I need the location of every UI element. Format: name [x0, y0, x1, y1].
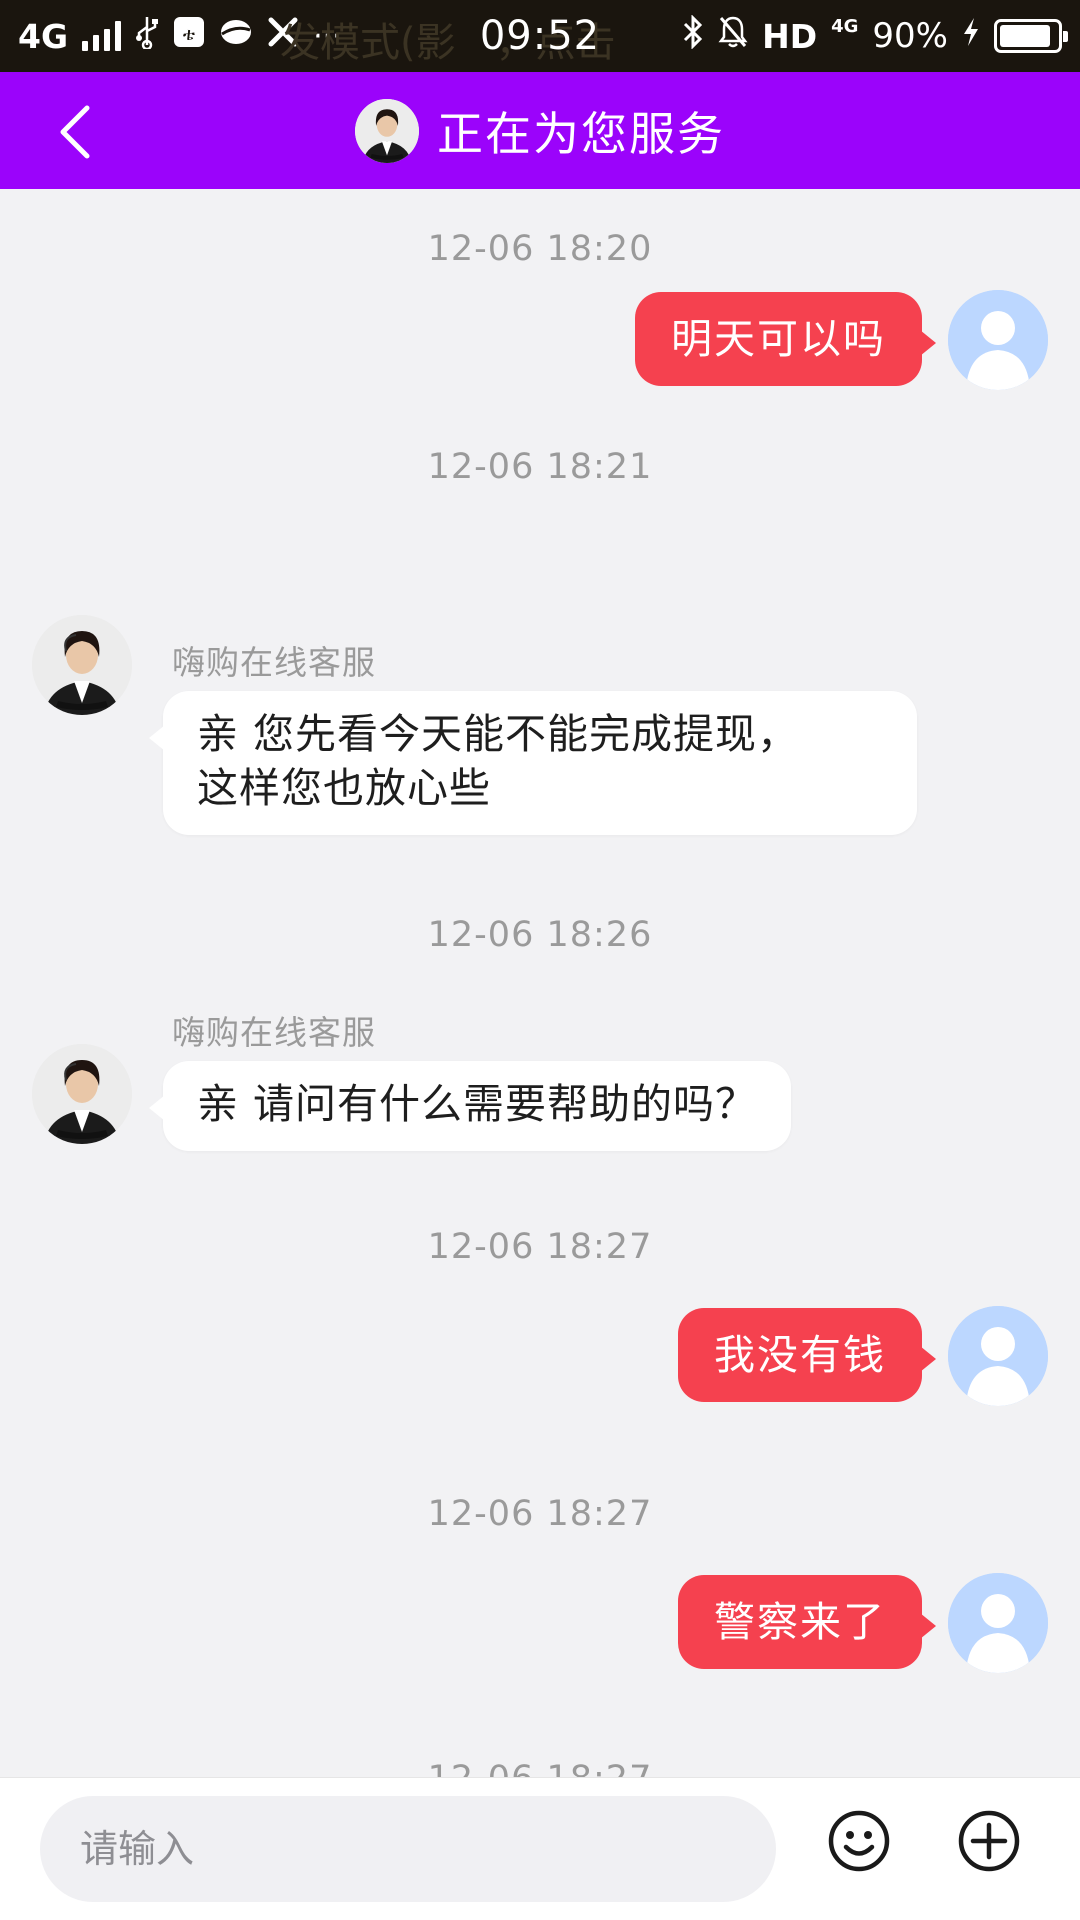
user-avatar[interactable] — [948, 290, 1048, 390]
message-input[interactable] — [40, 1796, 776, 1902]
message-timestamp: 12-06 18:27 — [427, 1494, 653, 1534]
charging-icon — [962, 16, 980, 56]
message-text-line: 这样您也放心些 — [197, 764, 491, 812]
plus-circle-icon — [958, 1810, 1020, 1872]
message-timestamp: 12-06 18:27 — [427, 1227, 653, 1267]
user-avatar[interactable] — [948, 1573, 1048, 1673]
agent-avatar — [355, 98, 419, 163]
battery-percent: 90% — [872, 16, 948, 56]
message-row-outgoing: 我没有钱 — [678, 1306, 1048, 1406]
message-timestamp: 12-06 18:20 — [427, 229, 653, 269]
battery-icon — [994, 19, 1068, 53]
status-bar: 4G ቴ ··· 发模式(影 ，点击 09:52 HD 4G 90% — [0, 0, 1080, 72]
user-avatar[interactable] — [948, 1306, 1048, 1406]
message-row-outgoing: 明天可以吗 — [635, 290, 1048, 390]
incoming-bubble[interactable]: 亲 您先看今天能不能完成提现， 这样您也放心些 — [149, 691, 917, 835]
hd-indicator: HD — [762, 16, 818, 56]
smiley-icon — [828, 1810, 890, 1872]
network-small: 4G — [831, 16, 859, 37]
message-row-incoming — [32, 1044, 132, 1144]
status-right: HD 4G 90% — [682, 0, 1068, 72]
agent-avatar[interactable] — [32, 615, 132, 715]
sender-name: 嗨购在线客服 — [172, 1013, 376, 1052]
chat-list[interactable]: 12-06 18:20 明天可以吗 12-06 18:21 嗨购在线客服 亲 您… — [0, 189, 1080, 1777]
more-options-button[interactable] — [954, 1806, 1024, 1876]
agent-avatar[interactable] — [32, 1044, 132, 1144]
battery-level — [1000, 25, 1051, 47]
message-row-incoming — [32, 615, 132, 715]
message-timestamp: 12-06 18:26 — [427, 915, 653, 955]
message-item: 12-06 18:27 — [0, 1759, 1080, 1777]
sender-name: 嗨购在线客服 — [172, 643, 376, 682]
outgoing-bubble[interactable]: 明天可以吗 — [635, 292, 936, 386]
outgoing-bubble[interactable]: 我没有钱 — [678, 1308, 936, 1402]
message-item: 12-06 18:27 — [0, 1227, 1080, 1267]
outgoing-bubble[interactable]: 警察来了 — [678, 1575, 936, 1669]
header-title: 正在为您服务 — [437, 106, 725, 161]
message-item: 12-06 18:21 — [0, 447, 1080, 487]
message-item: 12-06 18:27 — [0, 1494, 1080, 1534]
header-title-group: 正在为您服务 — [355, 98, 725, 164]
chevron-left-icon — [60, 105, 90, 159]
message-item: 12-06 18:20 — [0, 229, 1080, 269]
bell-off-icon — [718, 15, 748, 58]
emoji-button[interactable] — [824, 1806, 894, 1876]
input-bar — [0, 1777, 1080, 1920]
back-button[interactable] — [40, 97, 110, 167]
message-timestamp: 12-06 18:27 — [0, 1759, 1080, 1777]
chat-header: 正在为您服务 — [0, 72, 1080, 189]
message-timestamp: 12-06 18:21 — [427, 447, 653, 487]
message-text-line: 亲 您先看今天能不能完成提现， — [197, 710, 800, 758]
message-item: 12-06 18:26 — [0, 915, 1080, 955]
bluetooth-icon — [682, 13, 704, 58]
incoming-bubble[interactable]: 亲 请问有什么需要帮助的吗？ — [148, 1061, 792, 1151]
message-row-outgoing: 警察来了 — [678, 1573, 1048, 1673]
